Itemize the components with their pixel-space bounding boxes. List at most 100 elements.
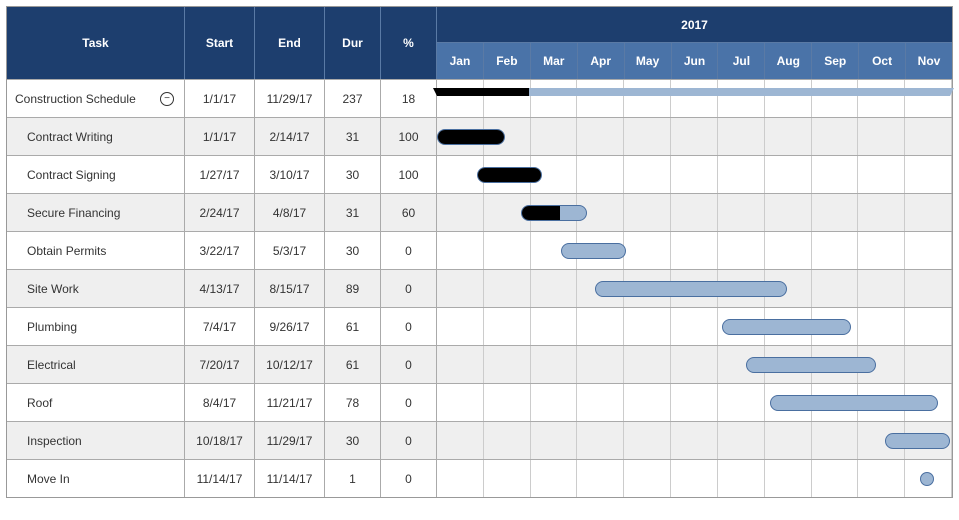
month-column — [718, 460, 765, 497]
header-month: Jul — [718, 43, 765, 79]
task-start: 1/1/17 — [185, 80, 255, 117]
month-column — [858, 232, 905, 269]
month-column — [812, 308, 859, 345]
month-column — [437, 308, 484, 345]
month-column — [812, 270, 859, 307]
table-row[interactable]: Obtain Permits3/22/175/3/17300 — [7, 231, 952, 269]
month-column — [765, 346, 812, 383]
month-column — [577, 460, 624, 497]
table-row[interactable]: Roof8/4/1711/21/17780 — [7, 383, 952, 421]
month-column — [577, 156, 624, 193]
month-column — [531, 194, 578, 231]
month-column — [858, 346, 905, 383]
table-row[interactable]: Electrical7/20/1710/12/17610 — [7, 345, 952, 383]
month-column — [671, 194, 718, 231]
month-column — [858, 460, 905, 497]
month-column — [624, 156, 671, 193]
collapse-icon[interactable]: − — [160, 92, 174, 106]
header-dur[interactable]: Dur — [325, 7, 381, 79]
month-column — [718, 118, 765, 155]
month-column — [437, 384, 484, 421]
month-column — [671, 232, 718, 269]
task-name: Contract Signing — [7, 156, 185, 193]
month-column — [718, 270, 765, 307]
month-column — [624, 422, 671, 459]
month-column — [577, 80, 624, 117]
header-month: Oct — [859, 43, 906, 79]
month-column — [812, 232, 859, 269]
month-column — [858, 156, 905, 193]
header-month: Aug — [765, 43, 812, 79]
task-name: Electrical — [7, 346, 185, 383]
table-row[interactable]: Contract Writing1/1/172/14/1731100 — [7, 117, 952, 155]
month-column — [437, 270, 484, 307]
month-column — [437, 156, 484, 193]
month-column — [765, 308, 812, 345]
task-end: 11/29/17 — [255, 80, 325, 117]
header-month: Mar — [531, 43, 578, 79]
month-column — [671, 308, 718, 345]
month-column — [671, 384, 718, 421]
month-column — [624, 232, 671, 269]
table-row[interactable]: Inspection10/18/1711/29/17300 — [7, 421, 952, 459]
task-pct: 0 — [381, 232, 437, 269]
month-column — [577, 270, 624, 307]
task-dur: 61 — [325, 308, 381, 345]
timeline-cell — [437, 308, 952, 345]
task-end: 4/8/17 — [255, 194, 325, 231]
month-column — [765, 232, 812, 269]
header-pct[interactable]: % — [381, 7, 437, 79]
task-end: 5/3/17 — [255, 232, 325, 269]
task-end: 11/29/17 — [255, 422, 325, 459]
month-column — [624, 460, 671, 497]
task-start: 11/14/17 — [185, 460, 255, 497]
month-column — [484, 194, 531, 231]
table-row[interactable]: Construction Schedule−1/1/1711/29/172371… — [7, 79, 952, 117]
month-column — [437, 194, 484, 231]
month-column — [531, 80, 578, 117]
month-column — [765, 460, 812, 497]
month-column — [718, 346, 765, 383]
month-column — [718, 194, 765, 231]
task-dur: 31 — [325, 118, 381, 155]
table-row[interactable]: Contract Signing1/27/173/10/1730100 — [7, 155, 952, 193]
month-column — [484, 118, 531, 155]
task-pct: 100 — [381, 156, 437, 193]
month-column — [812, 118, 859, 155]
header-months: JanFebMarAprMayJunJulAugSepOctNov — [437, 43, 952, 79]
task-dur: 1 — [325, 460, 381, 497]
header-row: Task Start End Dur % 2017 JanFebMarAprMa… — [7, 7, 952, 79]
header-task[interactable]: Task — [7, 7, 185, 79]
month-column — [437, 422, 484, 459]
month-column — [577, 232, 624, 269]
month-column — [624, 384, 671, 421]
table-row[interactable]: Secure Financing2/24/174/8/173160 — [7, 193, 952, 231]
month-column — [437, 460, 484, 497]
month-column — [812, 346, 859, 383]
header-month: Nov — [906, 43, 952, 79]
month-column — [765, 384, 812, 421]
header-end[interactable]: End — [255, 7, 325, 79]
table-row[interactable]: Move In11/14/1711/14/1710 — [7, 459, 952, 497]
task-end: 2/14/17 — [255, 118, 325, 155]
timeline-cell — [437, 80, 952, 117]
task-name: Plumbing — [7, 308, 185, 345]
month-column — [718, 308, 765, 345]
month-column — [577, 118, 624, 155]
month-column — [671, 118, 718, 155]
month-column — [484, 384, 531, 421]
month-column — [812, 384, 859, 421]
month-column — [765, 270, 812, 307]
header-start[interactable]: Start — [185, 7, 255, 79]
table-row[interactable]: Plumbing7/4/179/26/17610 — [7, 307, 952, 345]
task-start: 7/20/17 — [185, 346, 255, 383]
month-column — [531, 346, 578, 383]
month-column — [905, 346, 952, 383]
month-column — [671, 346, 718, 383]
task-dur: 89 — [325, 270, 381, 307]
month-column — [858, 118, 905, 155]
timeline-cell — [437, 118, 952, 155]
month-column — [718, 80, 765, 117]
month-column — [437, 232, 484, 269]
table-row[interactable]: Site Work4/13/178/15/17890 — [7, 269, 952, 307]
